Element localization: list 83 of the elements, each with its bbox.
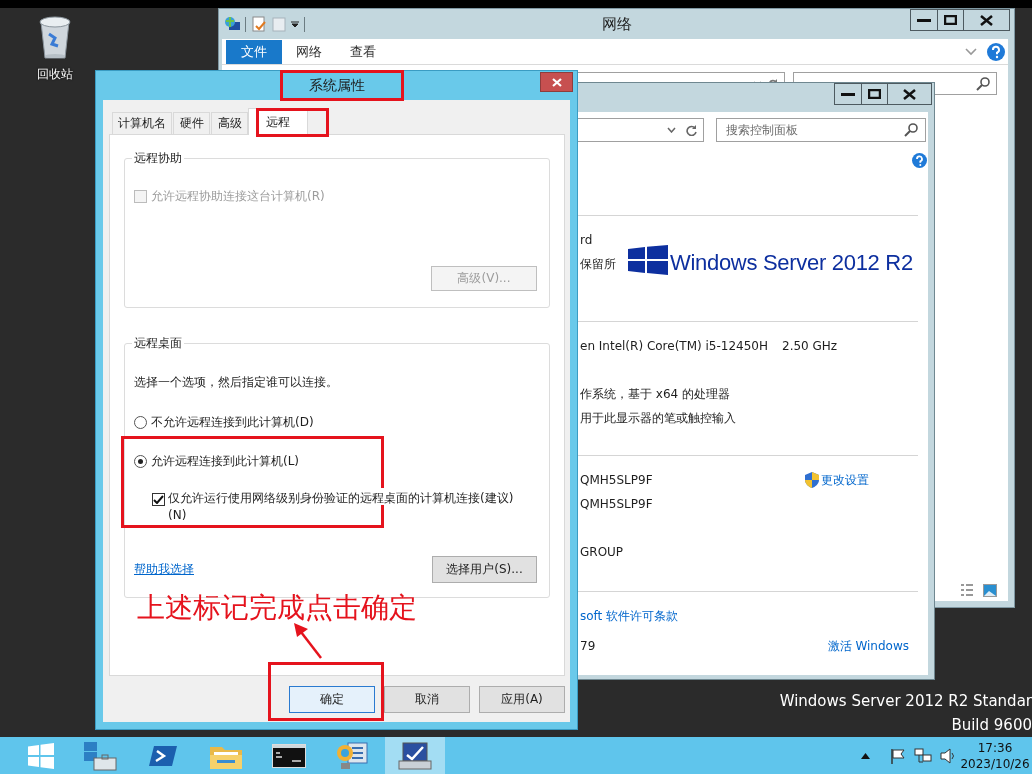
tab[interactable]: 计算机名	[112, 112, 172, 134]
license-terms-link[interactable]: soft 软件许可条款	[580, 604, 679, 628]
close-button[interactable]	[963, 9, 1010, 31]
dashboard-icon	[336, 740, 368, 771]
pen-touch-text: 用于此显示器的笔或触控输入	[580, 410, 736, 427]
annotation-text: 上述标记完成点击确定	[137, 590, 417, 626]
checkbox[interactable]	[152, 493, 165, 506]
desktop-icon-label[interactable]: 回收站	[37, 66, 73, 83]
processor-text: en Intel(R) Core(TM) i5-12450H	[580, 338, 768, 355]
radio-button[interactable]	[134, 454, 147, 468]
globe-monitor-icon	[224, 16, 240, 32]
check-icon	[153, 495, 164, 504]
terminal-icon	[272, 743, 306, 768]
windows-logo-icon	[28, 742, 54, 769]
help-link[interactable]: 帮助我选择	[134, 561, 194, 578]
group-title: 远程协助	[133, 151, 183, 165]
network-icon[interactable]	[914, 747, 932, 764]
annotation-arrow	[292, 622, 324, 660]
product-id-text: 79	[580, 638, 596, 655]
properties-icon	[251, 16, 267, 32]
recycle-bin-icon	[38, 14, 72, 60]
close-button[interactable]	[887, 83, 932, 105]
checkbox-label: 允许远程协助连接这台计算机(R)	[151, 187, 325, 205]
checkbox-label: 仅允许运行使用网络级别身份验证的远程桌面的计算机连接(建议)(N)	[168, 490, 515, 524]
apply-button[interactable]: 应用(A)	[479, 686, 565, 713]
dropdown-icon	[667, 127, 676, 133]
clock-date: 2023/10/26	[960, 755, 1030, 772]
clock-time: 17:36	[977, 739, 1013, 756]
change-settings-link[interactable]: 更改设置	[805, 468, 869, 492]
ribbon-tab[interactable]: 网络	[282, 40, 336, 64]
radio-label: 允许远程连接到此计算机(L)	[151, 452, 300, 470]
windows-server-logo: Windows Server 2012 R2	[670, 251, 913, 275]
minimize-icon	[917, 18, 931, 22]
system-type-text: 作系统，基于 x64 的处理器	[580, 386, 730, 403]
help-icon[interactable]	[912, 153, 927, 168]
edition-text: rd	[580, 232, 593, 249]
minimize-icon	[841, 92, 855, 96]
shell-icon	[148, 743, 178, 768]
radio-button[interactable]	[134, 415, 147, 429]
maximize-button[interactable]	[861, 83, 888, 105]
show-hidden-icon[interactable]	[861, 752, 870, 759]
shield-icon	[805, 472, 819, 488]
os-edition-text: Windows Server 2012 R2 Standar	[779, 691, 1032, 712]
ribbon-tab[interactable]: 查看	[336, 40, 390, 64]
speaker-icon[interactable]	[940, 747, 956, 764]
dropdown-icon	[291, 20, 299, 28]
search-field[interactable]: 搜索控制面板	[716, 118, 926, 142]
help-icon[interactable]	[987, 43, 1005, 61]
thumbnail-view-icon[interactable]	[983, 583, 997, 597]
minimize-button[interactable]	[910, 9, 938, 31]
workgroup-text: GROUP	[580, 544, 624, 561]
expand-ribbon-icon[interactable]	[965, 48, 977, 56]
ok-button[interactable]: 确定	[289, 686, 375, 713]
full-computer-name-text: QMH5SLP9F	[580, 496, 653, 513]
tab[interactable]: 硬件	[173, 112, 210, 134]
refresh-icon[interactable]	[686, 124, 697, 136]
maximize-button[interactable]	[937, 9, 964, 31]
cancel-button[interactable]: 取消	[384, 686, 470, 713]
edition-text: 保留所	[580, 256, 616, 273]
ribbon-tab[interactable]: 文件	[226, 40, 282, 64]
dialog-title: 系统属性	[308, 77, 365, 93]
processor-speed-text: 2.50 GHz	[782, 338, 838, 355]
windows-logo-icon	[628, 245, 668, 275]
close-icon	[551, 77, 562, 87]
minimize-button[interactable]	[834, 83, 862, 105]
build-number-text: Build 9600	[951, 715, 1032, 736]
computer-icon	[397, 740, 433, 771]
maximize-icon	[944, 15, 957, 25]
activate-windows-link[interactable]: 激活 Windows	[827, 634, 909, 658]
radio-label: 不允许远程连接到此计算机(D)	[151, 413, 314, 431]
window-title: 网络	[601, 15, 632, 33]
computer-name-text: QMH5SLP9F	[580, 472, 654, 489]
close-icon	[903, 88, 916, 100]
close-button[interactable]	[540, 72, 573, 92]
tab[interactable]: 高级	[211, 112, 248, 134]
group-title: 远程桌面	[133, 336, 183, 350]
instruction-text: 选择一个选项，然后指定谁可以连接。	[134, 373, 338, 391]
flag-icon[interactable]	[890, 747, 906, 764]
select-users-button[interactable]: 选择用户(S)...	[432, 556, 537, 583]
maximize-icon	[868, 89, 881, 99]
details-view-icon[interactable]	[960, 583, 974, 597]
server-icon	[82, 740, 118, 771]
close-icon	[980, 14, 993, 26]
